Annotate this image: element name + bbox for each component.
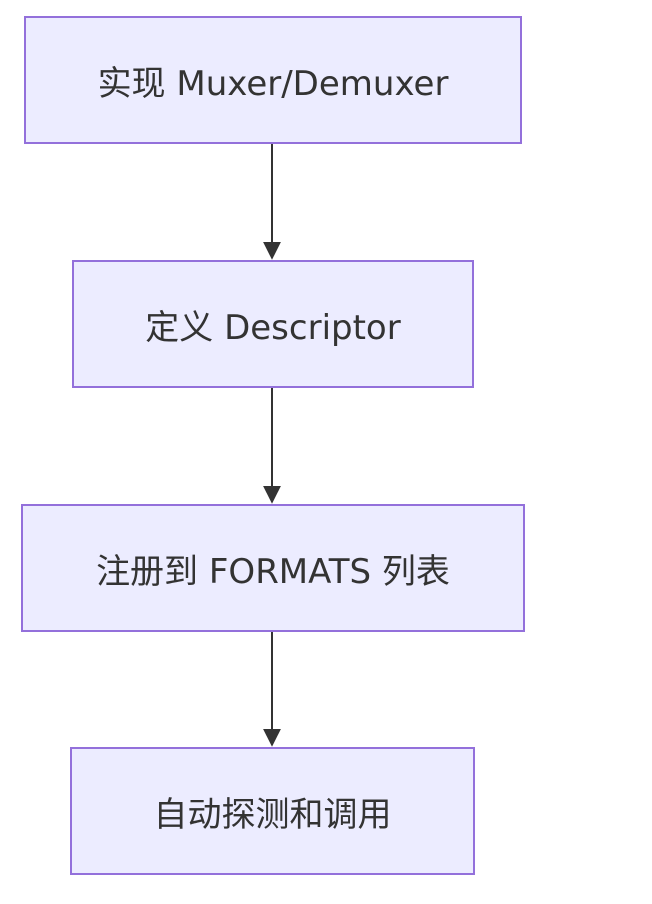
- node-label: 实现 Muxer/Demuxer: [97, 63, 449, 104]
- node-label: 注册到 FORMATS 列表: [96, 551, 450, 592]
- node-define-descriptor: 定义 Descriptor: [72, 260, 474, 388]
- node-label: 自动探测和调用: [153, 794, 392, 835]
- node-implement-muxer-demuxer: 实现 Muxer/Demuxer: [24, 16, 522, 144]
- node-auto-detect: 自动探测和调用: [70, 747, 475, 875]
- node-register-formats: 注册到 FORMATS 列表: [21, 504, 525, 632]
- node-label: 定义 Descriptor: [145, 307, 401, 348]
